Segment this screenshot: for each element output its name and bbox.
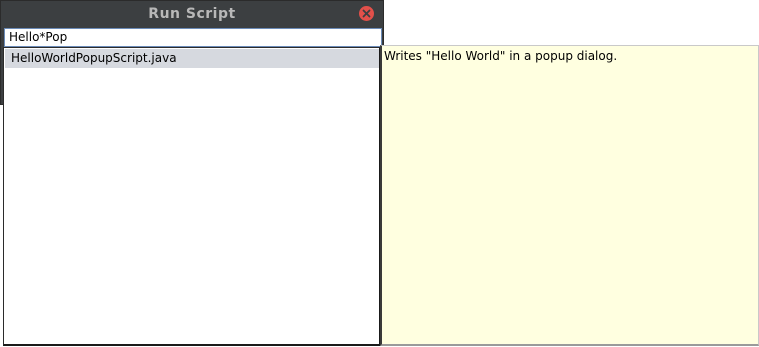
close-icon xyxy=(362,9,371,18)
results-list[interactable]: HelloWorldPopupScript.java xyxy=(3,47,381,346)
close-button[interactable] xyxy=(359,6,374,21)
search-field[interactable] xyxy=(4,28,382,47)
search-input[interactable] xyxy=(5,29,381,46)
screen: Run Script HelloWorldPopupScript.java Wr… xyxy=(0,0,759,347)
window-title: Run Script xyxy=(148,6,236,22)
description-text: Writes "Hello World" in a popup dialog. xyxy=(384,49,618,63)
description-panel: Writes "Hello World" in a popup dialog. xyxy=(380,45,759,346)
title-bar[interactable]: Run Script xyxy=(1,1,383,27)
list-item-selected[interactable]: HelloWorldPopupScript.java xyxy=(5,49,379,68)
